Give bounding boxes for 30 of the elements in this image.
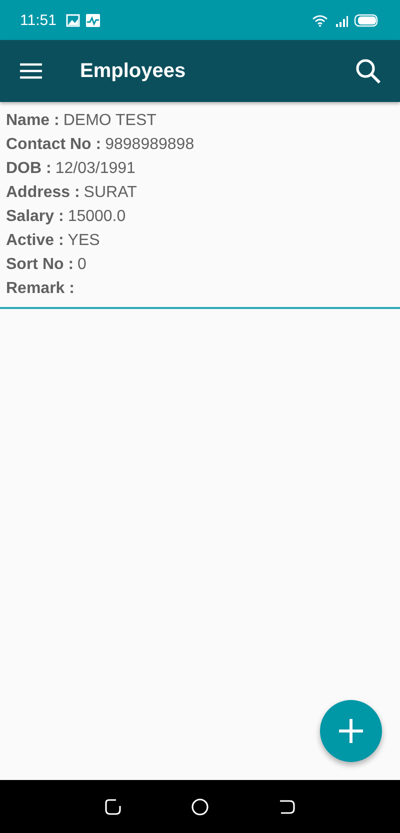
app-title: Employees: [80, 60, 187, 82]
search-icon[interactable]: [355, 58, 381, 84]
field-label: Remark :: [6, 279, 74, 299]
field-value: YES: [68, 231, 100, 251]
field-label: Active :: [6, 231, 64, 251]
field-value: 15000.0: [68, 207, 126, 227]
field-label: Contact No :: [6, 135, 102, 155]
image-icon: [66, 14, 80, 26]
field-value: DEMO TEST: [63, 111, 156, 131]
plus-icon: [337, 717, 365, 745]
back-icon[interactable]: [278, 798, 296, 816]
signal-icon: [336, 14, 348, 26]
field-label: DOB :: [6, 159, 52, 179]
field-label: Sort No :: [6, 255, 74, 275]
employee-card[interactable]: Name : DEMO TEST Contact No : 9898989898 DOB : 12/03/1991 Address : SURAT Salary : 15000.0 Active : YES Sort No : 0 Remark :: [0, 102, 400, 309]
add-button[interactable]: [320, 700, 382, 762]
field-label: Salary :: [6, 207, 64, 227]
home-icon[interactable]: [190, 798, 209, 816]
field-value: 12/03/1991: [55, 159, 136, 179]
field-value: SURAT: [84, 183, 137, 203]
menu-icon[interactable]: [20, 63, 42, 79]
battery-icon: [354, 14, 378, 26]
wifi-icon: [312, 14, 330, 26]
field-label: Name :: [6, 111, 60, 131]
field-value: 9898989898: [105, 135, 194, 155]
activity-icon: [86, 14, 100, 26]
field-label: Address :: [6, 183, 80, 203]
field-value: 0: [78, 255, 86, 275]
status-time: 11:51: [20, 12, 56, 28]
recents-icon[interactable]: [104, 798, 122, 816]
